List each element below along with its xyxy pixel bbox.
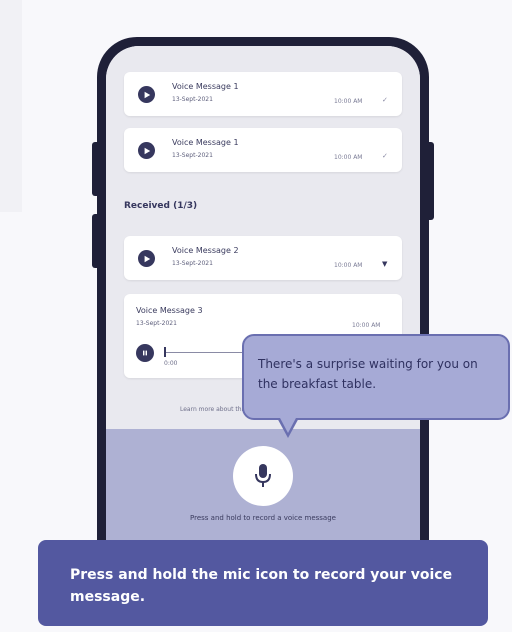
record-hint: Press and hold to record a voice message (190, 514, 336, 522)
message-date: 13-Sept-2021 (172, 152, 213, 159)
message-title: Voice Message 3 (136, 306, 203, 315)
message-time: 10:00 AM (352, 322, 381, 329)
play-icon[interactable] (138, 250, 155, 267)
check-icon: ✓ (382, 96, 388, 104)
pause-icon[interactable] (136, 344, 154, 362)
instruction-text: Press and hold the mic icon to record yo… (70, 567, 453, 605)
received-section-label: Received (1/3) (124, 201, 198, 211)
tooltip-tail-inner (279, 416, 297, 433)
message-title: Voice Message 2 (172, 246, 239, 255)
message-time: 10:00 AM (334, 98, 363, 105)
voice-message-card[interactable]: Voice Message 2 13-Sept-2021 10:00 AM ▼ (124, 236, 402, 280)
message-title: Voice Message 1 (172, 138, 239, 147)
mic-icon (255, 464, 271, 487)
message-preview-tooltip: There's a surprise waiting for you on th… (242, 334, 510, 420)
mic-button[interactable] (233, 446, 293, 506)
message-date: 13-Sept-2021 (172, 260, 213, 267)
learn-more-link[interactable]: Learn more about this (180, 406, 246, 413)
message-title: Voice Message 1 (172, 82, 239, 91)
instruction-banner: Press and hold the mic icon to record yo… (38, 540, 488, 626)
background-strip (0, 0, 22, 212)
voice-message-card[interactable]: Voice Message 1 13-Sept-2021 10:00 AM ✓ (124, 128, 402, 172)
message-date: 13-Sept-2021 (172, 96, 213, 103)
message-date: 13-Sept-2021 (136, 320, 177, 327)
voice-message-card[interactable]: Voice Message 1 13-Sept-2021 10:00 AM ✓ (124, 72, 402, 116)
elapsed-time: 0:00 (164, 360, 178, 367)
audio-progress-handle[interactable] (164, 347, 166, 357)
phone-screen: Voice Message 1 13-Sept-2021 10:00 AM ✓ … (106, 46, 420, 588)
message-time: 10:00 AM (334, 262, 363, 269)
chevron-down-icon[interactable]: ▼ (382, 260, 387, 268)
message-time: 10:00 AM (334, 154, 363, 161)
tooltip-text: There's a surprise waiting for you on th… (258, 357, 478, 391)
play-icon[interactable] (138, 86, 155, 103)
check-icon: ✓ (382, 152, 388, 160)
play-icon[interactable] (138, 142, 155, 159)
